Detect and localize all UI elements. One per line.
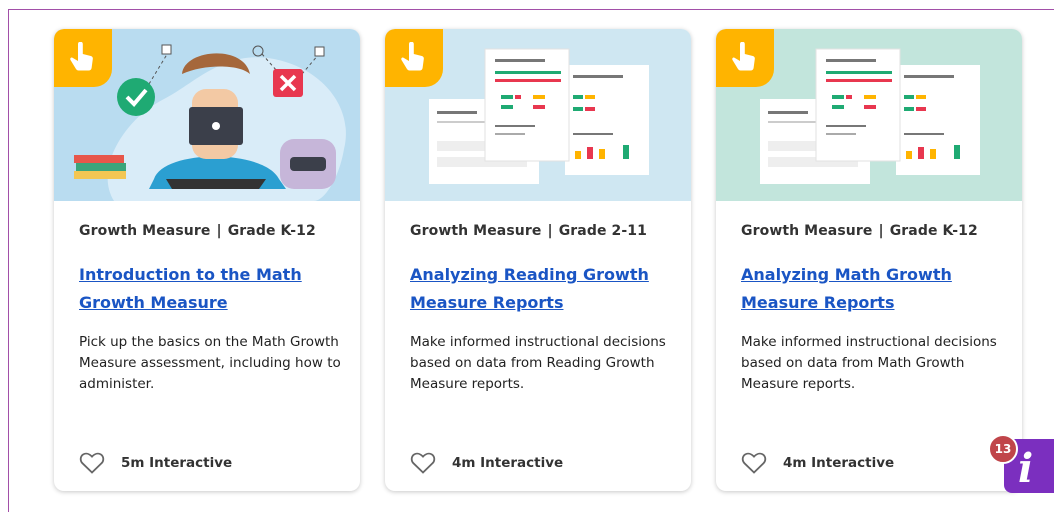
pointer-hand-icon <box>70 42 93 71</box>
meta-separator: | <box>216 223 222 239</box>
notification-count-badge: 13 <box>988 434 1018 464</box>
course-card-math-intro[interactable]: Growth Measure | Grade K-12 Introduction t… <box>54 29 360 491</box>
card-duration: 4m Interactive <box>452 455 564 471</box>
card-description: Make informed instructional decisions ba… <box>410 334 666 392</box>
card-duration: 5m Interactive <box>121 455 233 471</box>
card-category: Growth Measure <box>410 223 542 239</box>
card-meta: Growth Measure | Grade K-12 <box>79 223 316 239</box>
card-footer: 5m Interactive <box>79 451 232 475</box>
heart-icon[interactable] <box>410 451 436 475</box>
interactive-badge <box>716 29 774 87</box>
card-grade: Grade K-12 <box>227 223 316 239</box>
pointer-hand-icon <box>732 42 755 71</box>
card-footer: 4m Interactive <box>741 451 894 475</box>
card-title-link[interactable]: Introduction to the Math Growth Measure <box>79 261 341 317</box>
heart-icon[interactable] <box>741 451 767 475</box>
card-grade: Grade K-12 <box>889 223 978 239</box>
card-meta: Growth Measure | Grade 2-11 <box>410 223 647 239</box>
card-description: Pick up the basics on the Math Growth Me… <box>79 334 341 392</box>
card-footer: 4m Interactive <box>410 451 563 475</box>
pointer-hand-icon <box>401 42 424 71</box>
card-category: Growth Measure <box>79 223 211 239</box>
meta-separator: | <box>547 223 553 239</box>
card-category: Growth Measure <box>741 223 873 239</box>
card-title-link[interactable]: Analyzing Reading Growth Measure Reports <box>410 261 672 317</box>
interactive-badge <box>385 29 443 87</box>
card-description: Make informed instructional decisions ba… <box>741 334 997 392</box>
meta-separator: | <box>878 223 884 239</box>
card-meta: Growth Measure | Grade K-12 <box>741 223 978 239</box>
info-icon: i <box>1018 445 1034 492</box>
course-card-math-reports[interactable]: Growth Measure | Grade K-12 Analyzing Math… <box>716 29 1022 491</box>
card-duration: 4m Interactive <box>783 455 895 471</box>
heart-icon[interactable] <box>79 451 105 475</box>
interactive-badge <box>54 29 112 87</box>
course-card-reading-reports[interactable]: Growth Measure | Grade 2-11 Analyzing Read… <box>385 29 691 491</box>
card-title-link[interactable]: Analyzing Math Growth Measure Reports <box>741 261 1003 317</box>
card-grade: Grade 2-11 <box>558 223 647 239</box>
